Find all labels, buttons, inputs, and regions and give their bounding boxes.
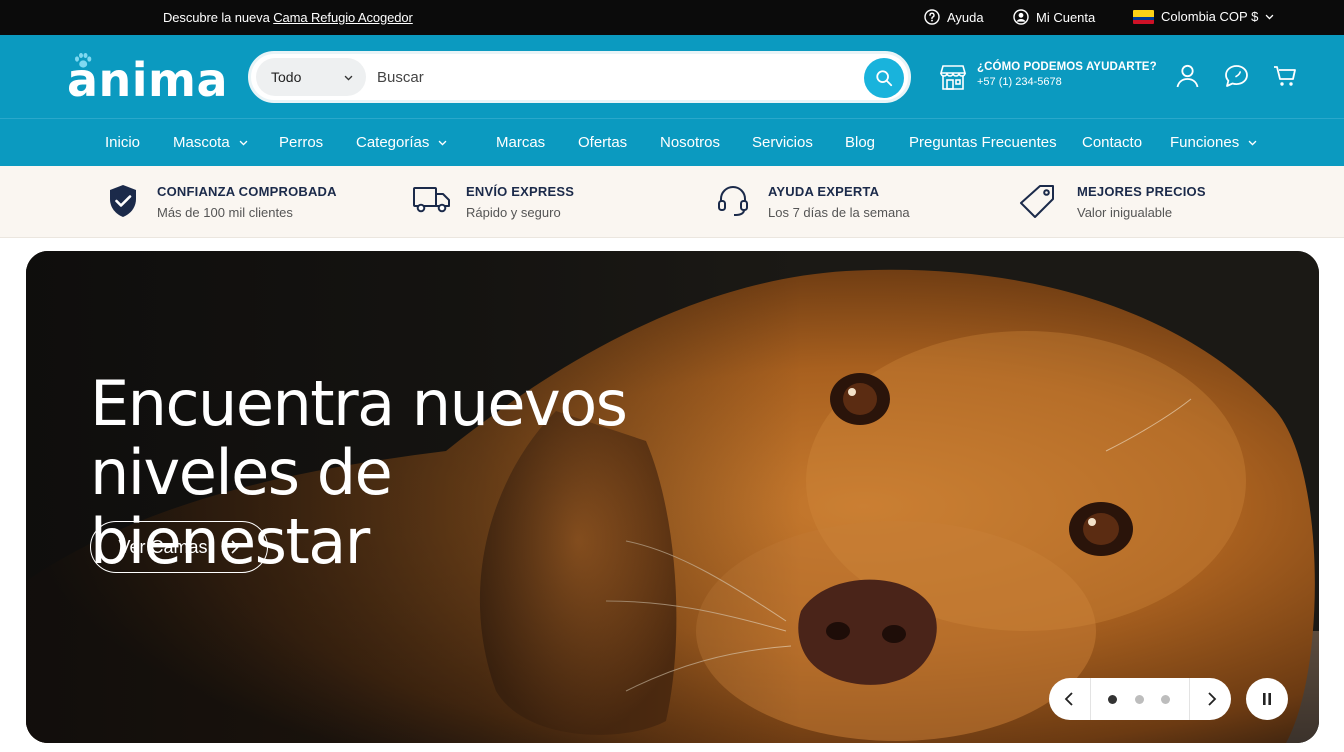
- chevron-down-icon: [1265, 14, 1274, 20]
- price-tag-icon: [1020, 185, 1054, 218]
- nav-item-inicio[interactable]: Inicio: [105, 134, 140, 151]
- benefit-title: MEJORES PRECIOS: [1077, 184, 1206, 199]
- chevron-down-icon: [239, 140, 248, 146]
- help-contact[interactable]: ¿CÓMO PODEMOS AYUDARTE? +57 (1) 234-5678: [977, 61, 1157, 88]
- announcement-text: Descubre la nueva Cama Refugio Acogedor: [163, 10, 413, 25]
- benefits-bar: CONFIANZA COMPROBADA Más de 100 mil clie…: [0, 166, 1344, 238]
- chevron-down-icon: [438, 140, 447, 146]
- main-nav: Inicio Mascota Perros Categorías Marcas …: [0, 118, 1344, 166]
- slide-dot-3[interactable]: [1161, 695, 1170, 704]
- chevron-down-icon: [1248, 140, 1257, 146]
- slide-prev-button[interactable]: [1049, 678, 1091, 720]
- nav-item-servicios[interactable]: Servicios: [752, 134, 813, 151]
- nav-item-categorias[interactable]: Categorías: [356, 134, 448, 151]
- benefit-price: MEJORES PRECIOS Valor inigualable: [1018, 184, 1206, 220]
- benefit-subtitle: Más de 100 mil clientes: [157, 205, 293, 220]
- benefit-subtitle: Rápido y seguro: [466, 205, 561, 220]
- store-icon: [939, 65, 967, 90]
- search-icon: [876, 70, 893, 87]
- arrow-right-icon: [222, 540, 239, 554]
- benefit-shipping: ENVÍO EXPRESS Rápido y seguro: [412, 184, 574, 220]
- search-bar: Todo: [248, 51, 911, 103]
- benefit-title: ENVÍO EXPRESS: [466, 184, 575, 199]
- paw-icon: [75, 53, 92, 68]
- benefit-support: AYUDA EXPERTA Los 7 días de la semana: [716, 184, 910, 220]
- cart-icon[interactable]: [1273, 64, 1297, 88]
- benefit-subtitle: Valor inigualable: [1077, 205, 1173, 220]
- nav-item-perros[interactable]: Perros: [279, 134, 323, 151]
- benefit-trust: CONFIANZA COMPROBADA Más de 100 mil clie…: [108, 184, 337, 220]
- slide-dot-2[interactable]: [1135, 695, 1144, 704]
- pause-icon: [1263, 693, 1271, 705]
- nav-item-blog[interactable]: Blog: [845, 134, 875, 151]
- help-link-label: Ayuda: [947, 9, 984, 25]
- site-header: anima Todo ¿CÓMO PODEMOS AYUDARTE? +57 (…: [0, 35, 1344, 118]
- region-label: Colombia COP $: [1161, 9, 1259, 24]
- announcement-prefix: Descubre la nueva: [163, 10, 270, 25]
- slide-dot-1[interactable]: [1108, 695, 1117, 704]
- region-selector[interactable]: Colombia COP $: [1133, 9, 1275, 24]
- question-circle-icon: [924, 9, 940, 25]
- nav-item-funciones[interactable]: Funciones: [1170, 134, 1258, 151]
- chevron-left-icon: [1064, 692, 1073, 706]
- colombia-flag-icon: [1133, 9, 1154, 24]
- slideshow-controls: [1049, 678, 1231, 720]
- ver-camas-label: Ver Camas: [118, 536, 208, 557]
- truck-icon: [413, 187, 450, 213]
- hero-slideshow: Encuentra nuevos niveles de bienestar Ve…: [26, 251, 1319, 743]
- help-contact-phone: +57 (1) 234-5678: [977, 76, 1062, 88]
- nav-item-nosotros[interactable]: Nosotros: [660, 134, 720, 151]
- slide-next-button[interactable]: [1189, 678, 1231, 720]
- logo[interactable]: anima: [67, 53, 228, 107]
- nav-item-mascota[interactable]: Mascota: [173, 134, 249, 151]
- account-link-label: Mi Cuenta: [1036, 9, 1096, 25]
- nav-item-ofertas[interactable]: Ofertas: [578, 134, 627, 151]
- chevron-down-icon: [344, 75, 353, 81]
- benefit-title: CONFIANZA COMPROBADA: [157, 184, 337, 199]
- chevron-right-icon: [1207, 692, 1216, 706]
- headset-icon: [718, 186, 748, 216]
- nav-item-contacto[interactable]: Contacto: [1082, 134, 1142, 151]
- account-link[interactable]: Mi Cuenta: [1013, 9, 1095, 25]
- announcement-link[interactable]: Cama Refugio Acogedor: [273, 10, 413, 25]
- announcement-bar: Descubre la nueva Cama Refugio Acogedor …: [0, 0, 1344, 35]
- search-input[interactable]: [377, 63, 857, 91]
- ver-camas-button[interactable]: Ver Camas: [90, 521, 268, 573]
- benefit-title: AYUDA EXPERTA: [768, 184, 880, 199]
- nav-item-marcas[interactable]: Marcas: [496, 134, 545, 151]
- help-contact-title: ¿CÓMO PODEMOS AYUDARTE?: [977, 61, 1157, 73]
- user-circle-icon: [1013, 9, 1029, 25]
- user-icon[interactable]: [1176, 64, 1199, 88]
- help-link[interactable]: Ayuda: [924, 9, 984, 25]
- search-category-value: Todo: [271, 69, 302, 85]
- hero-heading-line1: Encuentra nuevos: [90, 367, 628, 440]
- shield-check-icon: [110, 185, 136, 217]
- benefit-subtitle: Los 7 días de la semana: [768, 205, 910, 220]
- nav-item-faq[interactable]: Preguntas Frecuentes: [909, 134, 1057, 151]
- slideshow-pause-button[interactable]: [1246, 678, 1288, 720]
- search-category-select[interactable]: Todo: [256, 58, 366, 96]
- chat-icon[interactable]: [1224, 64, 1249, 88]
- search-button[interactable]: [864, 58, 904, 98]
